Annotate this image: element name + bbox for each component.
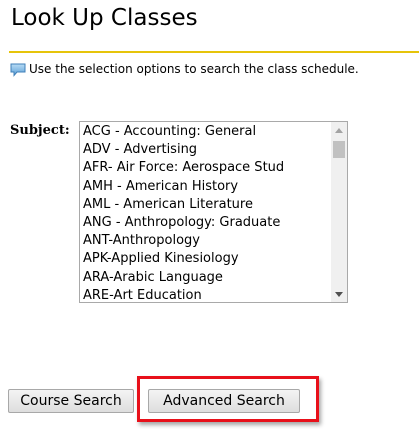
scroll-down-arrow-icon[interactable] [331, 286, 347, 302]
info-message: Use the selection options to search the … [10, 60, 359, 78]
subject-scrollbar[interactable] [331, 122, 347, 302]
subject-option[interactable]: ANG - Anthropology: Graduate [80, 214, 330, 232]
scroll-up-arrow-icon[interactable] [331, 122, 347, 138]
subject-option[interactable]: AMH - American History [80, 178, 330, 196]
info-text: Use the selection options to search the … [29, 62, 359, 76]
subject-options[interactable]: ACG - Accounting: General ADV - Advertis… [80, 122, 330, 302]
subject-option[interactable]: APK-Applied Kinesiology [80, 250, 330, 268]
advanced-search-button[interactable]: Advanced Search [148, 389, 300, 413]
subject-option[interactable]: AFR- Air Force: Aerospace Stud [80, 159, 330, 177]
subject-option[interactable]: ARA-Arabic Language [80, 269, 330, 287]
speech-bubble-icon [10, 62, 26, 77]
subject-label: Subject: [10, 123, 70, 138]
subject-option[interactable]: ANT-Anthropology [80, 232, 330, 250]
page-title: Look Up Classes [11, 5, 198, 31]
subject-option[interactable]: ACG - Accounting: General [80, 123, 330, 141]
subject-option[interactable]: ADV - Advertising [80, 141, 330, 159]
course-search-button[interactable]: Course Search [8, 389, 134, 413]
subject-option[interactable]: ARE-Art Education [80, 287, 330, 302]
subject-option[interactable]: AML - American Literature [80, 196, 330, 214]
title-divider [9, 51, 419, 53]
scroll-thumb[interactable] [333, 141, 345, 158]
subject-listbox[interactable]: ACG - Accounting: General ADV - Advertis… [79, 121, 348, 303]
